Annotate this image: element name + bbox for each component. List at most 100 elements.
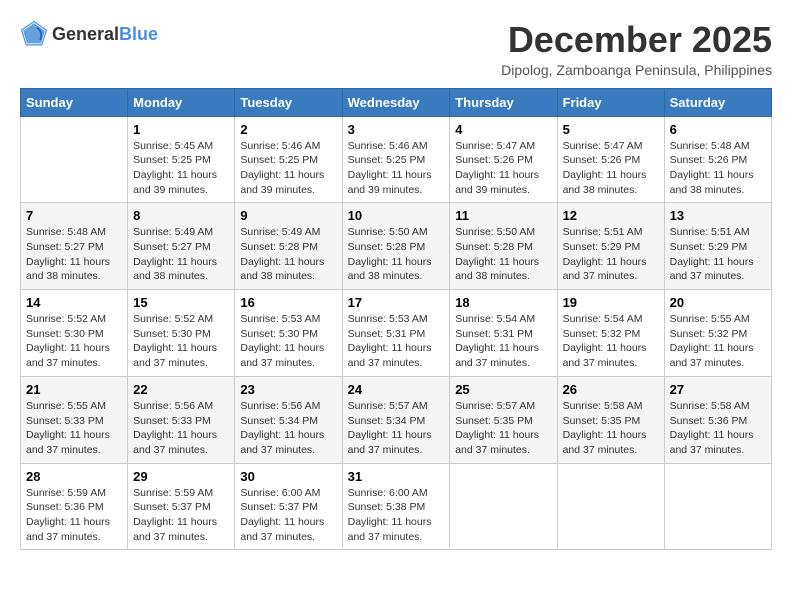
day-info: Sunrise: 5:58 AMSunset: 5:36 PMDaylight:…	[670, 399, 766, 458]
calendar-cell: 14 Sunrise: 5:52 AMSunset: 5:30 PMDayligh…	[21, 290, 128, 377]
day-number: 23	[240, 382, 336, 397]
title-block: December 2025 Dipolog, Zamboanga Peninsu…	[501, 20, 772, 78]
day-info: Sunrise: 5:53 AMSunset: 5:30 PMDaylight:…	[240, 312, 336, 371]
calendar-cell	[450, 463, 557, 550]
logo: General Blue	[20, 20, 158, 48]
day-info: Sunrise: 5:52 AMSunset: 5:30 PMDaylight:…	[133, 312, 229, 371]
calendar-cell: 12Sunrise: 5:51 AMSunset: 5:29 PMDayligh…	[557, 203, 664, 290]
day-number: 30	[240, 469, 336, 484]
day-number: 22	[133, 382, 229, 397]
calendar-cell: 20 Sunrise: 5:55 AMSunset: 5:32 PMDayligh…	[664, 290, 771, 377]
calendar-cell: 13 Sunrise: 5:51 AMSunset: 5:29 PMDayligh…	[664, 203, 771, 290]
week-row-4: 21Sunrise: 5:55 AMSunset: 5:33 PMDayligh…	[21, 376, 772, 463]
header-friday: Friday	[557, 88, 664, 116]
day-number: 15	[133, 295, 229, 310]
day-number: 4	[455, 122, 551, 137]
day-info: Sunrise: 5:51 AMSunset: 5:29 PMDaylight:…	[670, 225, 766, 284]
day-info: Sunrise: 5:50 AMSunset: 5:28 PMDaylight:…	[348, 225, 445, 284]
day-number: 13	[670, 208, 766, 223]
calendar-cell: 26 Sunrise: 5:58 AMSunset: 5:35 PMDayligh…	[557, 376, 664, 463]
main-title: December 2025	[501, 20, 772, 60]
day-number: 28	[26, 469, 122, 484]
day-info: Sunrise: 5:49 AMSunset: 5:27 PMDaylight:…	[133, 225, 229, 284]
header-sunday: Sunday	[21, 88, 128, 116]
day-info: Sunrise: 5:53 AMSunset: 5:31 PMDaylight:…	[348, 312, 445, 371]
day-number: 10	[348, 208, 445, 223]
logo-blue: Blue	[119, 24, 158, 45]
week-row-2: 7 Sunrise: 5:48 AMSunset: 5:27 PMDaylight…	[21, 203, 772, 290]
header-tuesday: Tuesday	[235, 88, 342, 116]
day-number: 6	[670, 122, 766, 137]
header-thursday: Thursday	[450, 88, 557, 116]
day-info: Sunrise: 5:48 AMSunset: 5:26 PMDaylight:…	[670, 139, 766, 198]
page-header: General Blue December 2025 Dipolog, Zamb…	[20, 20, 772, 78]
day-number: 19	[563, 295, 659, 310]
calendar-cell: 9 Sunrise: 5:49 AMSunset: 5:28 PMDaylight…	[235, 203, 342, 290]
day-number: 25	[455, 382, 551, 397]
day-info: Sunrise: 5:48 AMSunset: 5:27 PMDaylight:…	[26, 225, 122, 284]
calendar-cell: 22 Sunrise: 5:56 AMSunset: 5:33 PMDayligh…	[128, 376, 235, 463]
calendar-cell: 3Sunrise: 5:46 AMSunset: 5:25 PMDaylight…	[342, 116, 450, 203]
day-info: Sunrise: 5:59 AMSunset: 5:36 PMDaylight:…	[26, 486, 122, 545]
calendar-cell: 28 Sunrise: 5:59 AMSunset: 5:36 PMDayligh…	[21, 463, 128, 550]
day-number: 20	[670, 295, 766, 310]
calendar-cell: 17 Sunrise: 5:53 AMSunset: 5:31 PMDayligh…	[342, 290, 450, 377]
day-info: Sunrise: 5:59 AMSunset: 5:37 PMDaylight:…	[133, 486, 229, 545]
day-info: Sunrise: 5:57 AMSunset: 5:35 PMDaylight:…	[455, 399, 551, 458]
day-number: 21	[26, 382, 122, 397]
calendar-cell: 1 Sunrise: 5:45 AMSunset: 5:25 PMDaylight…	[128, 116, 235, 203]
day-info: Sunrise: 5:49 AMSunset: 5:28 PMDaylight:…	[240, 225, 336, 284]
calendar-cell: 7 Sunrise: 5:48 AMSunset: 5:27 PMDaylight…	[21, 203, 128, 290]
calendar-header: SundayMondayTuesdayWednesdayThursdayFrid…	[21, 88, 772, 116]
day-number: 18	[455, 295, 551, 310]
day-number: 26	[563, 382, 659, 397]
calendar-cell: 2Sunrise: 5:46 AMSunset: 5:25 PMDaylight…	[235, 116, 342, 203]
logo-icon	[20, 20, 48, 48]
day-number: 31	[348, 469, 445, 484]
subtitle: Dipolog, Zamboanga Peninsula, Philippine…	[501, 62, 772, 78]
calendar-cell	[557, 463, 664, 550]
calendar-cell: 31Sunrise: 6:00 AMSunset: 5:38 PMDayligh…	[342, 463, 450, 550]
day-info: Sunrise: 5:58 AMSunset: 5:35 PMDaylight:…	[563, 399, 659, 458]
week-row-1: 1 Sunrise: 5:45 AMSunset: 5:25 PMDaylight…	[21, 116, 772, 203]
calendar-cell: 24 Sunrise: 5:57 AMSunset: 5:34 PMDayligh…	[342, 376, 450, 463]
day-number: 9	[240, 208, 336, 223]
day-number: 14	[26, 295, 122, 310]
day-info: Sunrise: 5:51 AMSunset: 5:29 PMDaylight:…	[563, 225, 659, 284]
day-info: Sunrise: 5:52 AMSunset: 5:30 PMDaylight:…	[26, 312, 122, 371]
week-row-5: 28 Sunrise: 5:59 AMSunset: 5:36 PMDayligh…	[21, 463, 772, 550]
day-number: 8	[133, 208, 229, 223]
week-row-3: 14 Sunrise: 5:52 AMSunset: 5:30 PMDayligh…	[21, 290, 772, 377]
day-number: 24	[348, 382, 445, 397]
header-wednesday: Wednesday	[342, 88, 450, 116]
calendar-cell: 4 Sunrise: 5:47 AMSunset: 5:26 PMDaylight…	[450, 116, 557, 203]
day-info: Sunrise: 5:47 AMSunset: 5:26 PMDaylight:…	[455, 139, 551, 198]
calendar-cell: 29 Sunrise: 5:59 AMSunset: 5:37 PMDayligh…	[128, 463, 235, 550]
calendar-cell: 10 Sunrise: 5:50 AMSunset: 5:28 PMDayligh…	[342, 203, 450, 290]
calendar-cell: 19Sunrise: 5:54 AMSunset: 5:32 PMDayligh…	[557, 290, 664, 377]
day-info: Sunrise: 5:47 AMSunset: 5:26 PMDaylight:…	[563, 139, 659, 198]
calendar-cell	[21, 116, 128, 203]
day-info: Sunrise: 5:45 AMSunset: 5:25 PMDaylight:…	[133, 139, 229, 198]
day-number: 17	[348, 295, 445, 310]
header-saturday: Saturday	[664, 88, 771, 116]
header-row: SundayMondayTuesdayWednesdayThursdayFrid…	[21, 88, 772, 116]
day-number: 5	[563, 122, 659, 137]
day-info: Sunrise: 5:54 AMSunset: 5:31 PMDaylight:…	[455, 312, 551, 371]
calendar-cell: 18 Sunrise: 5:54 AMSunset: 5:31 PMDayligh…	[450, 290, 557, 377]
day-number: 11	[455, 208, 551, 223]
calendar-cell	[664, 463, 771, 550]
day-number: 1	[133, 122, 229, 137]
day-info: Sunrise: 5:57 AMSunset: 5:34 PMDaylight:…	[348, 399, 445, 458]
day-info: Sunrise: 5:56 AMSunset: 5:33 PMDaylight:…	[133, 399, 229, 458]
calendar-cell: 15 Sunrise: 5:52 AMSunset: 5:30 PMDayligh…	[128, 290, 235, 377]
calendar-cell: 5 Sunrise: 5:47 AMSunset: 5:26 PMDaylight…	[557, 116, 664, 203]
day-number: 7	[26, 208, 122, 223]
calendar-cell: 21Sunrise: 5:55 AMSunset: 5:33 PMDayligh…	[21, 376, 128, 463]
day-info: Sunrise: 5:55 AMSunset: 5:32 PMDaylight:…	[670, 312, 766, 371]
calendar-body: 1 Sunrise: 5:45 AMSunset: 5:25 PMDaylight…	[21, 116, 772, 550]
day-number: 29	[133, 469, 229, 484]
calendar-cell: 27Sunrise: 5:58 AMSunset: 5:36 PMDayligh…	[664, 376, 771, 463]
day-info: Sunrise: 5:50 AMSunset: 5:28 PMDaylight:…	[455, 225, 551, 284]
day-info: Sunrise: 5:46 AMSunset: 5:25 PMDaylight:…	[240, 139, 336, 198]
